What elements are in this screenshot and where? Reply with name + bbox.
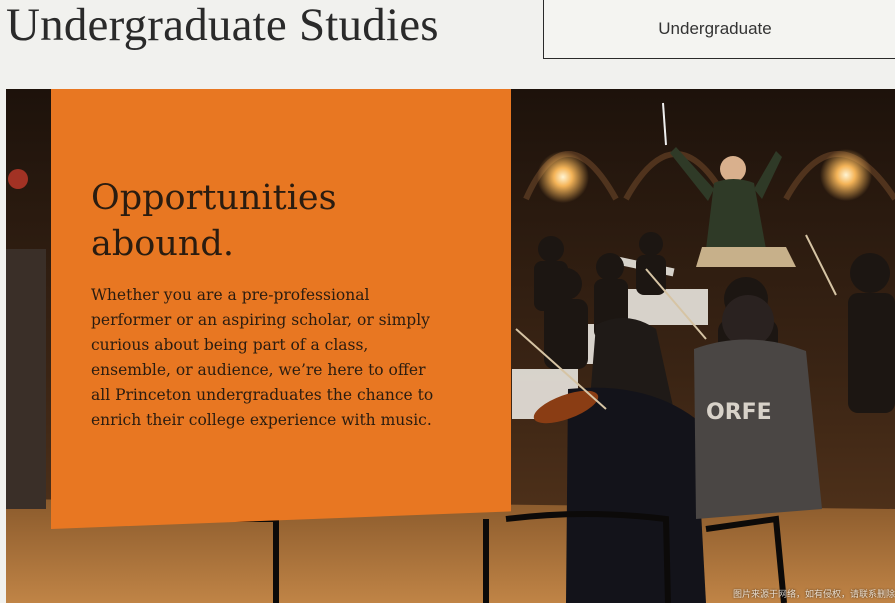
panel-body-text: Whether you are a pre-professional perfo… (91, 286, 434, 429)
page-title: Undergraduate Studies (6, 0, 439, 51)
image-watermark: 图片来源于网络，如有侵权，请联系删除 (732, 590, 895, 600)
undergraduate-nav-button[interactable]: Undergraduate (543, 0, 895, 59)
hero-section: ORFE Opportunities abound. Whether you a… (6, 89, 895, 603)
sweatshirt-text: ORFE (706, 400, 772, 425)
panel-heading: Opportunities abound. (91, 175, 421, 267)
heading-line-1: Opportunities (91, 178, 337, 218)
heading-line-2: abound. (91, 224, 234, 264)
intro-panel: Opportunities abound. Whether you are a … (51, 89, 511, 529)
